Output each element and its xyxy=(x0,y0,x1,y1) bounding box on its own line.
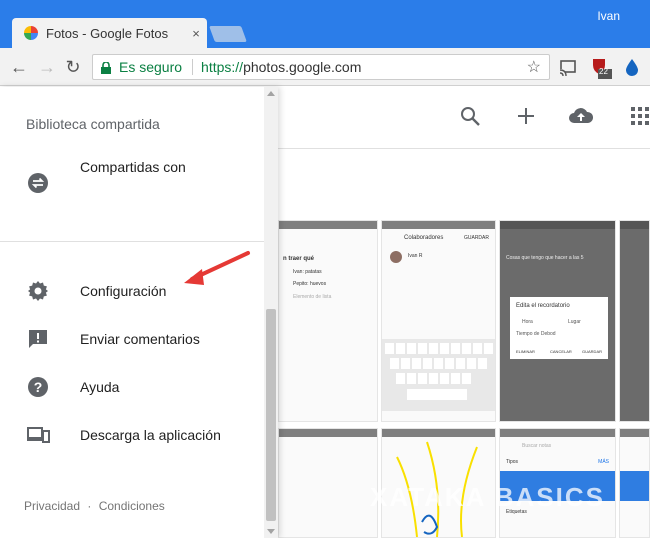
avatar xyxy=(390,251,402,263)
thumb-text: Tiempo de Debod xyxy=(516,331,556,337)
photos-header xyxy=(278,87,650,149)
menu-label: Enviar comentarios xyxy=(80,331,200,347)
ublock-extension-icon[interactable]: 22 xyxy=(590,57,612,79)
thumb-text: Colaboradores xyxy=(404,235,444,241)
keyboard-image xyxy=(382,339,495,411)
address-bar[interactable]: Es seguro https:// photos.google.com ☆ xyxy=(92,54,550,80)
browser-titlebar: Fotos - Google Fotos × Ivan xyxy=(0,0,650,48)
help-icon: ? xyxy=(26,375,50,399)
back-icon[interactable]: ← xyxy=(8,56,30,78)
cast-icon[interactable] xyxy=(558,57,578,77)
watermark-text: XATAKA BASICS xyxy=(370,482,605,512)
thumb-text: Edita el recordatorio xyxy=(516,303,570,309)
shared-swap-icon xyxy=(26,171,50,195)
google-photos-icon xyxy=(24,26,38,40)
drawer-divider xyxy=(0,241,264,242)
apps-grid-icon[interactable] xyxy=(628,105,650,129)
thumb-text: Ivan R xyxy=(408,253,423,259)
menu-label: Configuración xyxy=(80,283,167,299)
scroll-up-icon[interactable] xyxy=(267,91,275,96)
photo-thumbnail[interactable]: Colaboradores GUARDAR Ivan R xyxy=(381,220,496,422)
red-annotation-arrow xyxy=(184,251,250,285)
scroll-down-icon[interactable] xyxy=(267,529,275,534)
thumb-text: ELIMINAR xyxy=(516,349,535,354)
forward-icon[interactable]: → xyxy=(36,56,58,78)
photo-thumbnail[interactable] xyxy=(278,428,378,538)
thumb-text: Elemento de lista xyxy=(293,294,332,300)
photo-thumbnail[interactable] xyxy=(619,428,650,538)
scrollbar-thumb[interactable] xyxy=(266,309,276,521)
menu-label: Ayuda xyxy=(80,379,120,395)
url-host: photos.google.com xyxy=(243,59,362,75)
profile-name[interactable]: Ivan xyxy=(597,9,620,23)
thumb-text: Lugar xyxy=(568,319,581,325)
tab-close-icon[interactable]: × xyxy=(185,26,207,41)
url-scheme: https:// xyxy=(201,59,244,75)
browser-toolbar: ← → ↻ Es seguro https:// photos.google.c… xyxy=(0,48,650,86)
thumb-text: Pepito: huevos xyxy=(293,281,327,287)
menu-label: Descarga la aplicación xyxy=(80,427,221,443)
omnibox-divider xyxy=(192,59,194,75)
devices-icon xyxy=(26,423,50,447)
menu-item-shared-with[interactable]: Compartidas con xyxy=(0,157,264,209)
search-icon[interactable] xyxy=(458,105,482,129)
thumb-text: MÁS xyxy=(598,459,609,465)
thumb-text: Hora xyxy=(522,319,533,325)
extension-badge: 22 xyxy=(599,67,608,76)
drawer-scrollbar[interactable] xyxy=(264,87,278,538)
bookmark-star-icon[interactable]: ☆ xyxy=(527,57,541,77)
footer-separator: · xyxy=(87,499,92,513)
feedback-icon xyxy=(26,327,50,351)
new-tab-button[interactable] xyxy=(209,26,247,42)
reload-icon[interactable]: ↻ xyxy=(62,56,84,78)
navigation-drawer: Biblioteca compartida Compartidas con Co… xyxy=(0,87,278,538)
svg-text:?: ? xyxy=(34,379,43,395)
menu-item-help[interactable]: ? Ayuda xyxy=(0,363,264,411)
upload-cloud-icon[interactable] xyxy=(568,105,594,129)
types-panel xyxy=(620,471,649,501)
thumb-text: Ivan: patatas xyxy=(293,269,322,275)
lock-icon xyxy=(101,61,111,74)
photo-thumbnail[interactable]: n traer qué Ivan: patatas Pepito: huevos… xyxy=(278,220,378,422)
drawer-footer: Privacidad · Condiciones xyxy=(24,499,165,513)
thumb-text: Cosas que tengo que hacer a las 5 xyxy=(506,255,584,261)
thumb-text: n traer qué xyxy=(283,256,315,262)
privacy-link[interactable]: Privacidad xyxy=(24,499,80,513)
menu-item-download-app[interactable]: Descarga la aplicación xyxy=(0,411,264,459)
menu-item-feedback[interactable]: Enviar comentarios xyxy=(0,315,264,363)
tab-title: Fotos - Google Fotos xyxy=(46,25,169,41)
secure-label: Es seguro xyxy=(119,59,183,75)
thumb-text: GUARDAR xyxy=(582,349,603,354)
thumb-text: GUARDAR xyxy=(463,235,489,241)
menu-label: Compartidas con xyxy=(80,159,186,175)
terms-link[interactable]: Condiciones xyxy=(99,499,165,513)
thumb-text: Buscar notas xyxy=(522,443,552,449)
photo-thumbnail[interactable]: Cosas que tengo que hacer a las 5 Edita … xyxy=(499,220,616,422)
photos-page: n traer qué Ivan: patatas Pepito: huevos… xyxy=(0,87,650,538)
photo-thumbnail[interactable] xyxy=(619,220,650,422)
drop-extension-icon[interactable] xyxy=(622,57,642,77)
thumb-text: CANCELAR xyxy=(550,349,572,354)
section-title: Biblioteca compartida xyxy=(26,116,160,132)
create-plus-icon[interactable] xyxy=(514,105,538,129)
browser-tab[interactable]: Fotos - Google Fotos × xyxy=(12,18,207,48)
reminder-dialog: Edita el recordatorio Hora Lugar Tiempo … xyxy=(510,297,608,359)
gear-icon xyxy=(26,279,50,303)
thumb-text: Tipos xyxy=(506,459,519,465)
